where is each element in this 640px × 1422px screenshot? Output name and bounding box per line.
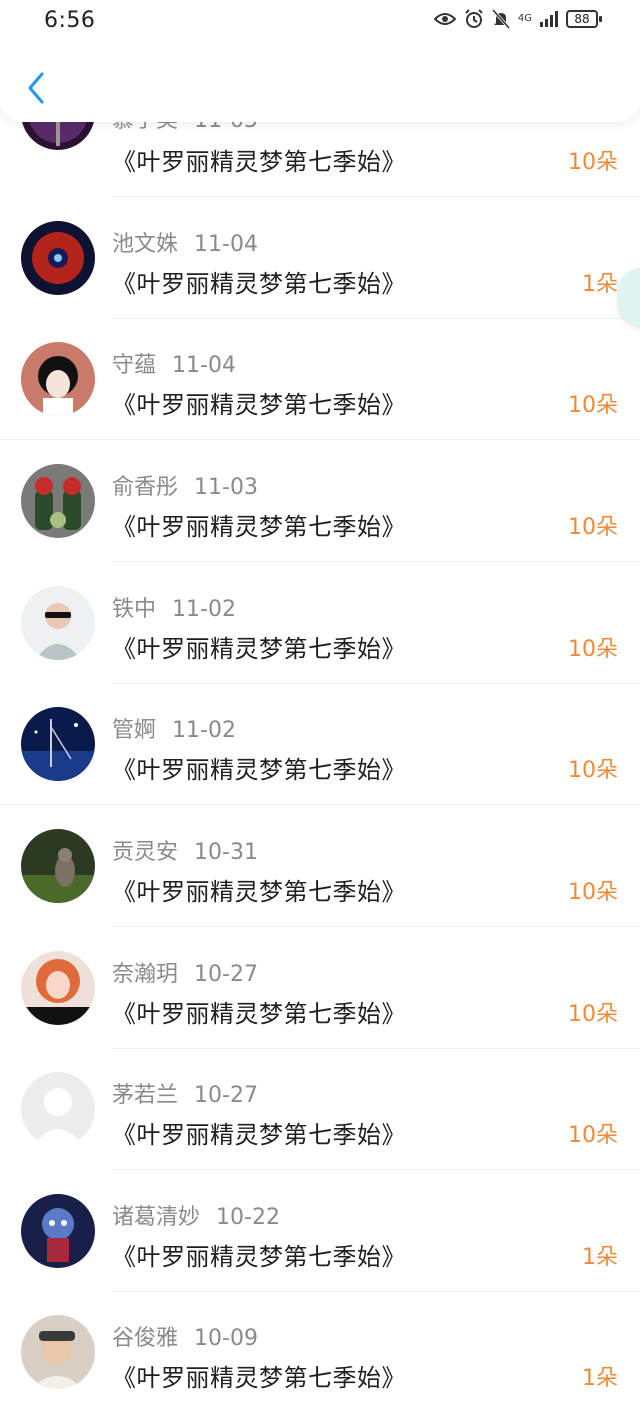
post-date: 11-04 bbox=[194, 232, 258, 257]
flower-count: 10朵 bbox=[568, 515, 618, 540]
work-title[interactable]: 《叶罗丽精灵梦第七季始》 bbox=[112, 750, 406, 785]
flower-count: 10朵 bbox=[568, 1002, 618, 1027]
flower-count: 10朵 bbox=[568, 758, 618, 783]
post-date: 10-22 bbox=[216, 1205, 280, 1230]
avatar[interactable] bbox=[21, 464, 95, 538]
network-label: 4G bbox=[517, 13, 532, 24]
user-name: 谷俊雅 bbox=[112, 1326, 179, 1351]
work-title[interactable]: 《叶罗丽精灵梦第七季始》 bbox=[112, 629, 406, 664]
user-line: 谷俊雅 10-09 bbox=[112, 1320, 258, 1352]
divider bbox=[112, 1169, 640, 1170]
work-title[interactable]: 《叶罗丽精灵梦第七季始》 bbox=[112, 507, 406, 542]
avatar[interactable] bbox=[21, 829, 95, 903]
post-date: 10-31 bbox=[194, 840, 258, 865]
signal-icon bbox=[540, 11, 558, 27]
avatar[interactable] bbox=[21, 342, 95, 416]
avatar[interactable] bbox=[21, 221, 95, 295]
user-line: 守蕴 11-04 bbox=[112, 347, 236, 379]
user-name: 池文姝 bbox=[112, 232, 179, 257]
work-title[interactable]: 《叶罗丽精灵梦第七季始》 bbox=[112, 264, 406, 299]
list-item[interactable]: 池文姝 11-04 《叶罗丽精灵梦第七季始》 1朵 bbox=[0, 198, 640, 319]
user-line: 诸葛清妙 10-22 bbox=[112, 1199, 280, 1231]
work-title[interactable]: 《叶罗丽精灵梦第七季始》 bbox=[112, 1237, 406, 1272]
user-name: 管婀 bbox=[112, 718, 157, 743]
post-date: 10-09 bbox=[194, 1326, 258, 1351]
user-name: 奈瀚玥 bbox=[112, 962, 179, 987]
flower-count: 10朵 bbox=[568, 880, 618, 905]
work-title[interactable]: 《叶罗丽精灵梦第七季始》 bbox=[112, 1115, 406, 1150]
alarm-icon bbox=[464, 9, 484, 29]
work-title[interactable]: 《叶罗丽精灵梦第七季始》 bbox=[112, 872, 406, 907]
status-icons: 4G 88 bbox=[433, 9, 602, 29]
screen: 慕子美11-05 《叶罗丽精灵梦第七季始》 10朵 池文姝11-04 《叶罗丽精… bbox=[0, 0, 640, 1422]
list-item[interactable]: 铁中 11-02 《叶罗丽精灵梦第七季始》 10朵 bbox=[0, 563, 640, 684]
user-line: 铁中 11-02 bbox=[112, 591, 236, 623]
flower-count: 10朵 bbox=[568, 150, 618, 175]
header: 6:56 4G 88 bbox=[0, 0, 640, 122]
user-name: 俞香彤 bbox=[112, 475, 179, 500]
avatar[interactable] bbox=[21, 707, 95, 781]
user-line: 茅若兰 10-27 bbox=[112, 1077, 258, 1109]
user-line: 贡灵安 10-31 bbox=[112, 834, 258, 866]
list-item[interactable]: 奈瀚玥 10-27 《叶罗丽精灵梦第七季始》 10朵 bbox=[0, 928, 640, 1049]
list-item[interactable]: 诸葛清妙 10-22 《叶罗丽精灵梦第七季始》 1朵 bbox=[0, 1171, 640, 1292]
user-name: 守蕴 bbox=[112, 353, 157, 378]
user-line: 俞香彤 11-03 bbox=[112, 469, 258, 501]
list-item[interactable]: 贡灵安 10-31 《叶罗丽精灵梦第七季始》 10朵 bbox=[0, 806, 640, 927]
mute-bell-icon bbox=[491, 9, 510, 29]
divider bbox=[0, 804, 640, 805]
divider bbox=[112, 926, 640, 927]
divider bbox=[0, 439, 640, 440]
avatar[interactable] bbox=[21, 586, 95, 660]
list-item[interactable]: 守蕴 11-04 《叶罗丽精灵梦第七季始》 10朵 bbox=[0, 319, 640, 440]
avatar[interactable] bbox=[21, 1072, 95, 1146]
flower-count: 10朵 bbox=[568, 1123, 618, 1148]
user-name: 茅若兰 bbox=[112, 1083, 179, 1108]
divider bbox=[112, 561, 640, 562]
eye-icon bbox=[433, 12, 456, 26]
work-title[interactable]: 《叶罗丽精灵梦第七季始》 bbox=[112, 142, 406, 177]
user-name: 铁中 bbox=[112, 597, 157, 622]
flower-count: 1朵 bbox=[582, 272, 618, 297]
list-item[interactable]: 管婀 11-02 《叶罗丽精灵梦第七季始》 10朵 bbox=[0, 684, 640, 805]
chevron-left-icon bbox=[28, 72, 44, 104]
user-line: 管婀 11-02 bbox=[112, 712, 236, 744]
post-date: 10-27 bbox=[194, 962, 258, 987]
post-date: 11-03 bbox=[194, 475, 258, 500]
avatar[interactable] bbox=[21, 951, 95, 1025]
flower-count: 1朵 bbox=[582, 1366, 618, 1391]
flower-count: 10朵 bbox=[568, 637, 618, 662]
divider bbox=[112, 196, 640, 197]
back-button[interactable] bbox=[22, 68, 50, 108]
post-date: 11-02 bbox=[172, 597, 236, 622]
post-date: 10-27 bbox=[194, 1083, 258, 1108]
user-line: 奈瀚玥 10-27 bbox=[112, 956, 258, 988]
avatar[interactable] bbox=[21, 1194, 95, 1268]
post-date: 11-04 bbox=[172, 353, 236, 378]
battery-icon: 88 bbox=[566, 10, 602, 28]
work-title[interactable]: 《叶罗丽精灵梦第七季始》 bbox=[112, 385, 406, 420]
user-name: 诸葛清妙 bbox=[112, 1205, 201, 1230]
user-line: 池文姝 11-04 bbox=[112, 226, 258, 258]
work-title[interactable]: 《叶罗丽精灵梦第七季始》 bbox=[112, 1358, 406, 1393]
list-item[interactable]: 谷俊雅 10-09 《叶罗丽精灵梦第七季始》 1朵 bbox=[0, 1292, 640, 1413]
avatar[interactable] bbox=[21, 1315, 95, 1389]
user-name: 贡灵安 bbox=[112, 840, 179, 865]
work-title[interactable]: 《叶罗丽精灵梦第七季始》 bbox=[112, 994, 406, 1029]
list-item[interactable]: 茅若兰 10-27 《叶罗丽精灵梦第七季始》 10朵 bbox=[0, 1049, 640, 1170]
flower-count: 1朵 bbox=[582, 1245, 618, 1270]
flower-count: 10朵 bbox=[568, 393, 618, 418]
list-item[interactable]: 俞香彤 11-03 《叶罗丽精灵梦第七季始》 10朵 bbox=[0, 441, 640, 562]
status-time: 6:56 bbox=[44, 8, 96, 33]
post-date: 11-02 bbox=[172, 718, 236, 743]
